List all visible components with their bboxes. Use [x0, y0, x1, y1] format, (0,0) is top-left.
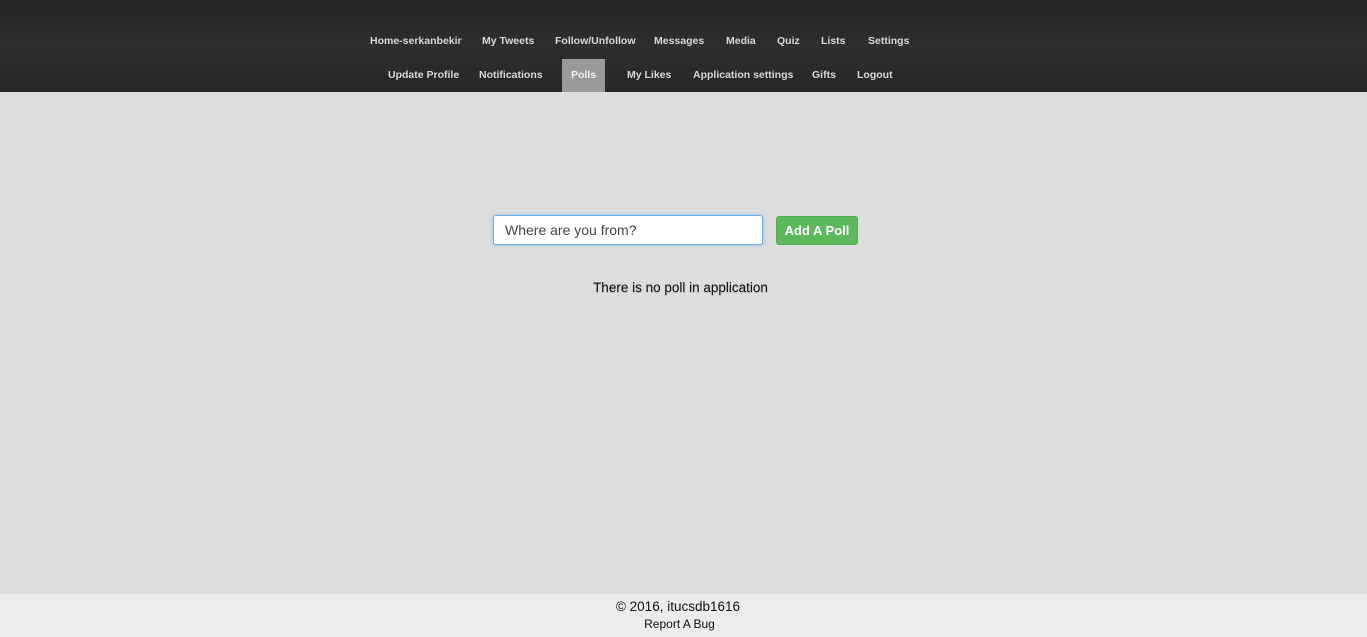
footer: © 2016, itucsdb1616 Report A Bug — [0, 594, 1367, 637]
nav-item-messages[interactable]: Messages — [654, 25, 704, 58]
top-navigation-bar: Home-serkanbekir My Tweets Follow/Unfoll… — [0, 0, 1367, 92]
nav-item-media[interactable]: Media — [726, 25, 756, 58]
nav-item-quiz[interactable]: Quiz — [777, 25, 800, 58]
nav-item-settings[interactable]: Settings — [868, 25, 909, 58]
nav-item-gifts[interactable]: Gifts — [812, 59, 836, 92]
nav-item-my-likes[interactable]: My Likes — [627, 59, 671, 92]
nav-item-polls[interactable]: Polls — [562, 59, 605, 92]
report-bug-link[interactable]: Report A Bug — [0, 617, 1359, 631]
nav-item-home[interactable]: Home-serkanbekir — [370, 25, 462, 58]
nav-item-notifications[interactable]: Notifications — [479, 59, 543, 92]
nav-row-secondary: Update Profile Notifications Polls My Li… — [0, 59, 1367, 92]
nav-item-follow-unfollow[interactable]: Follow/Unfollow — [555, 25, 635, 58]
add-poll-button[interactable]: Add A Poll — [776, 216, 858, 245]
nav-item-lists[interactable]: Lists — [821, 25, 846, 58]
copyright-text: © 2016, itucsdb1616 — [615, 599, 741, 614]
nav-item-logout[interactable]: Logout — [857, 59, 893, 92]
nav-item-application-settings[interactable]: Application settings — [693, 59, 793, 92]
nav-item-my-tweets[interactable]: My Tweets — [482, 25, 534, 58]
poll-question-input[interactable] — [493, 215, 763, 245]
nav-item-update-profile[interactable]: Update Profile — [388, 59, 459, 92]
nav-row-primary: Home-serkanbekir My Tweets Follow/Unfoll… — [0, 25, 1367, 58]
empty-polls-message: There is no poll in application — [593, 280, 768, 295]
